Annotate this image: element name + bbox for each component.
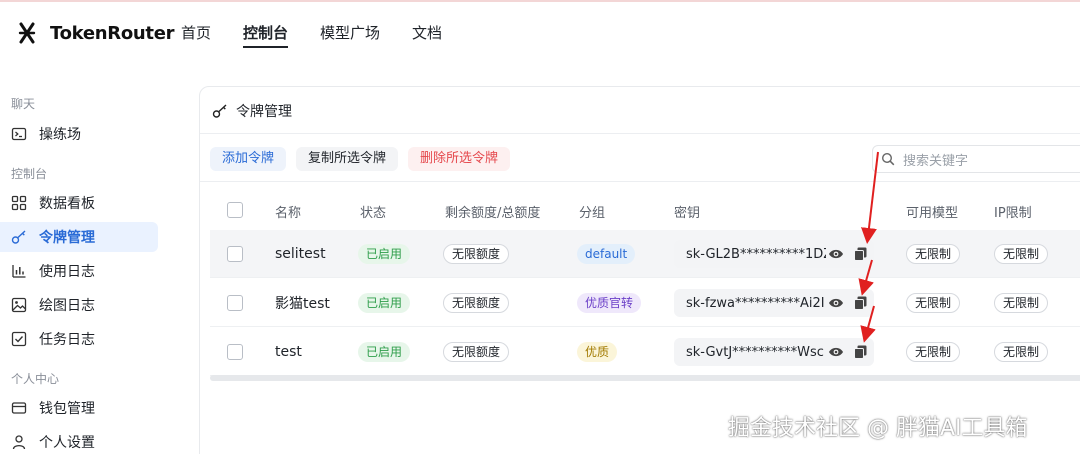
annotation-arrow <box>860 305 876 343</box>
annotation-arrow <box>858 259 874 296</box>
watermark: 掘金技术社区 @ 胖猫AI工具箱 <box>728 416 1028 441</box>
annotation-arrows <box>858 151 879 343</box>
annotation-arrow <box>861 151 879 244</box>
